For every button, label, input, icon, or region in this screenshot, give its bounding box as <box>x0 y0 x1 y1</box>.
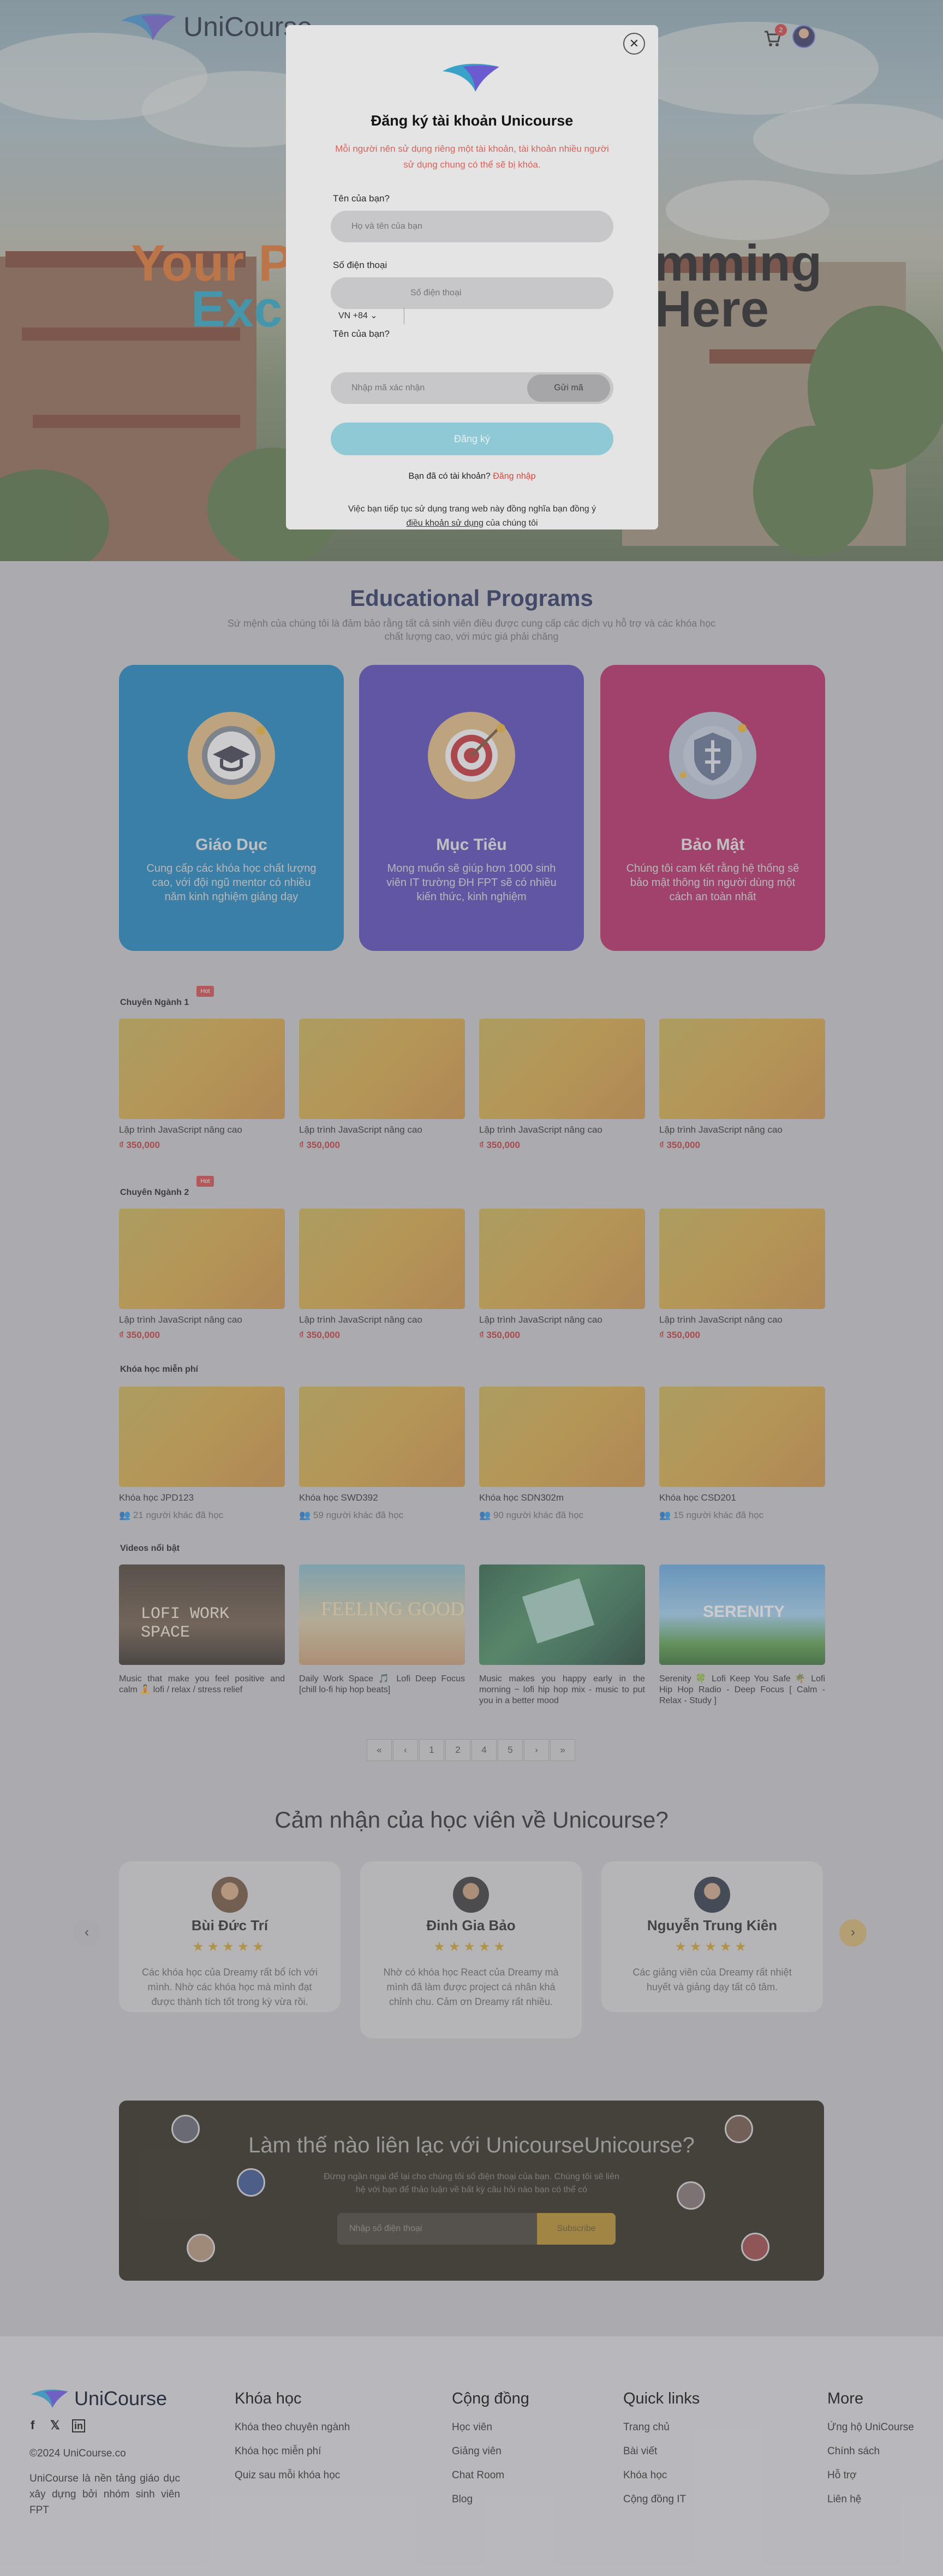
country-code-value: VN +84 <box>338 311 368 320</box>
phone-input[interactable] <box>331 277 613 309</box>
terms-text: Việc bạn tiếp tục sử dụng trang web này … <box>333 502 611 531</box>
terms-text-2: của chúng tôi <box>486 519 538 528</box>
have-account-label: Bạn đã có tài khoản? <box>408 472 491 481</box>
register-button[interactable]: Đăng ký <box>331 423 613 455</box>
modal-subtitle: Mỗi người nên sử dụng riêng một tài khoả… <box>335 144 609 170</box>
have-account-text: Bạn đã có tài khoản? Đăng nhập <box>286 472 658 481</box>
logo-bird-icon <box>443 63 499 92</box>
terms-link[interactable]: điều khoản sử dụng <box>406 519 483 528</box>
login-link[interactable]: Đăng nhập <box>493 472 535 481</box>
code-label: Tên của bạn? <box>333 329 390 339</box>
phone-label: Số điện thoại <box>333 260 387 270</box>
chevron-down-icon: ⌄ <box>370 311 378 320</box>
name-input[interactable] <box>331 211 613 242</box>
close-icon[interactable]: ✕ <box>623 33 645 55</box>
name-label: Tên của bạn? <box>333 193 390 204</box>
country-code-select[interactable]: VN +84 ⌄ <box>338 310 378 321</box>
modal-title: Đăng ký tài khoản Unicourse <box>371 112 574 129</box>
footer-backdrop <box>0 2336 943 2576</box>
send-code-button[interactable]: Gửi mã <box>527 374 610 402</box>
terms-text-1: Việc bạn tiếp tục sử dụng trang web này … <box>348 504 596 514</box>
register-modal: ✕ Đăng ký tài khoản Unicourse Mỗi người … <box>286 25 658 530</box>
